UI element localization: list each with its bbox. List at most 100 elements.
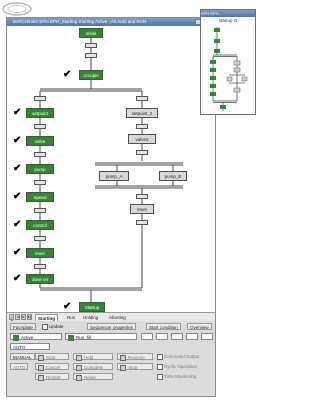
transition[interactable] [34, 96, 46, 101]
step-value: Run_fill [76, 335, 92, 340]
control-panel: Faceplate Update Sequencer properties St… [7, 321, 215, 396]
transition[interactable] [34, 180, 46, 185]
prev-tab-icon[interactable]: ◂ [15, 314, 20, 320]
transition[interactable] [34, 208, 46, 213]
step-valve[interactable]: valve [26, 136, 54, 146]
step-level[interactable]: level [26, 248, 54, 258]
update-label: Update [49, 324, 64, 329]
reset-button[interactable]: Reset [73, 373, 113, 381]
step-setpoint[interactable]: setpoint [26, 108, 54, 118]
first-tab-icon[interactable]: |◂ [9, 314, 14, 323]
mode-field: AUTO [10, 343, 50, 350]
resume-label: Resume [128, 355, 145, 360]
cyclic-operation-checkbox[interactable]: Cyclic Operation [157, 363, 197, 370]
transition[interactable] [34, 124, 46, 129]
step-setpoint-2[interactable]: setpoint_2 [126, 108, 158, 118]
extra-field [141, 333, 153, 340]
step-occupied[interactable]: occupie [79, 70, 103, 80]
transition[interactable] [34, 264, 46, 269]
time-monitoring-checkbox[interactable]: Time Monitoring [157, 373, 196, 380]
transition[interactable] [85, 53, 97, 58]
sequencer-properties-button[interactable]: Sequencer properties [87, 323, 137, 330]
transition[interactable] [34, 152, 46, 157]
reset-label: Reset [84, 375, 96, 380]
step-control[interactable]: control [26, 220, 54, 230]
cancel-label: Cancel [46, 365, 61, 370]
state-value: Active [21, 335, 34, 340]
cancel-icon [38, 364, 44, 371]
state-field: Active [10, 333, 62, 341]
start-button[interactable]: Start [35, 353, 69, 361]
step-dose-on[interactable]: dose on [26, 274, 54, 284]
stop-label: Stop [128, 365, 138, 370]
play-icon [68, 334, 74, 341]
check-icon: ✔ [63, 69, 72, 80]
window-title: BATCH/ruler EPH EPH_Starting Starting Ac… [13, 19, 147, 24]
overview-button[interactable]: Overview [187, 323, 212, 330]
transition[interactable] [85, 43, 97, 48]
start-label: Start [46, 355, 56, 360]
step-valve2[interactable]: valve2 [128, 134, 156, 144]
app-logo-icon [2, 2, 32, 16]
transition[interactable] [136, 96, 148, 101]
tab-holding[interactable]: Holding [81, 314, 100, 321]
extra-field [171, 333, 183, 340]
next-tab-icon[interactable]: ▸ [21, 314, 26, 320]
start-icon [38, 354, 44, 361]
tab-aborting[interactable]: Aborting [107, 314, 128, 321]
command-output-checkbox[interactable]: Command Output [157, 353, 200, 360]
window-titlebar: BATCH/ruler EPH EPH_Starting Starting Ac… [7, 18, 215, 26]
step-pump-a[interactable]: pump_A [99, 171, 129, 181]
step-startup[interactable]: Startup [79, 302, 105, 312]
restart-icon [38, 374, 44, 381]
extra-field [201, 333, 213, 340]
check-icon: ✔ [13, 273, 22, 284]
complete-label: Complete [84, 365, 104, 370]
check-icon: ✔ [13, 135, 22, 146]
check-icon: ✔ [13, 247, 22, 258]
step-pump[interactable]: pump [26, 164, 54, 174]
step-level-2[interactable]: level [130, 204, 154, 214]
stop-button[interactable]: Stop [117, 363, 153, 371]
transition[interactable] [34, 236, 46, 241]
resume-icon [120, 354, 126, 361]
tab-run[interactable]: Run [65, 314, 77, 321]
auto-button[interactable]: AUTO [10, 363, 29, 370]
manual-button[interactable]: MANUAL [10, 353, 35, 360]
start-condition-button[interactable]: Start condition [146, 323, 181, 330]
resume-button[interactable]: Resume [117, 353, 153, 361]
step-speed[interactable]: Speed [26, 192, 54, 202]
sfc-window: BATCH/ruler EPH EPH_Starting Starting Ac… [6, 17, 216, 397]
sfc-canvas: initial ✔ occupie ✔ setpoint ✔ valve ✔ p… [7, 26, 215, 316]
transition[interactable] [136, 220, 148, 225]
hold-icon [76, 354, 82, 361]
check-icon: ✔ [13, 163, 22, 174]
overview-title: EPH EPH... [201, 10, 255, 17]
faceplate-button[interactable]: Faceplate [10, 323, 36, 330]
hold-label: Hold [84, 355, 94, 360]
extra-field [186, 333, 198, 340]
cancel-button[interactable]: Cancel [35, 363, 69, 371]
step-initial[interactable]: initial [79, 28, 103, 38]
transition[interactable] [136, 194, 148, 199]
check-icon: ✔ [13, 219, 22, 230]
stop-icon [120, 364, 126, 371]
step-field: Run_fill [65, 333, 137, 341]
complete-icon [76, 364, 82, 371]
hold-button[interactable]: Hold [73, 353, 113, 361]
restart-label: Restart [46, 375, 61, 380]
transition[interactable] [136, 150, 148, 155]
complete-button[interactable]: Complete [73, 363, 113, 371]
extra-field [156, 333, 168, 340]
overview-window[interactable]: EPH EPH... startup O [200, 9, 256, 115]
transition[interactable] [136, 124, 148, 129]
last-tab-icon[interactable]: ▸| [27, 314, 32, 320]
step-pump-b[interactable]: pump_B [159, 171, 187, 181]
update-checkbox[interactable]: Update [42, 323, 64, 330]
restart-button[interactable]: Restart [35, 373, 69, 381]
cyclic-operation-label: Cyclic Operation [164, 364, 198, 369]
time-monitoring-label: Time Monitoring [164, 374, 197, 379]
check-icon: ✔ [63, 301, 72, 312]
check-icon: ✔ [13, 191, 22, 202]
play-icon [13, 334, 19, 341]
